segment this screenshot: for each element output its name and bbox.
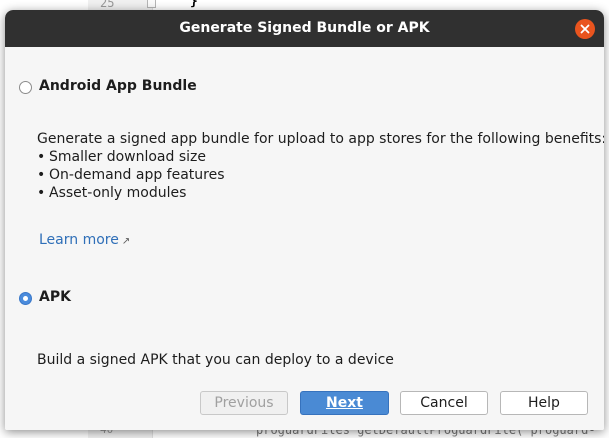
dialog-title: Generate Signed Bundle or APK: [179, 20, 430, 36]
radio-selected-dot: [23, 296, 28, 301]
generate-signed-bundle-dialog: Generate Signed Bundle or APK Android Ap…: [5, 10, 604, 430]
benefits-list: Smaller download size On-demand app feat…: [37, 148, 225, 202]
app-bundle-description: Generate a signed app bundle for upload …: [37, 131, 604, 147]
help-button[interactable]: Help: [500, 391, 588, 415]
dialog-content: Android App Bundle Generate a signed app…: [5, 47, 604, 430]
fold-marker-icon: [147, 0, 156, 8]
apk-description: Build a signed APK that you can deploy t…: [37, 352, 394, 368]
dialog-titlebar: Generate Signed Bundle or APK: [5, 10, 604, 47]
next-button[interactable]: Next: [300, 391, 389, 415]
list-item: Asset-only modules: [37, 184, 225, 202]
external-link-icon: ↗: [121, 236, 131, 247]
list-item: Smaller download size: [37, 148, 225, 166]
apk-radio[interactable]: [19, 292, 32, 305]
android-app-bundle-label[interactable]: Android App Bundle: [39, 78, 197, 94]
list-item: On-demand app features: [37, 166, 225, 184]
previous-button[interactable]: Previous: [200, 391, 288, 415]
android-app-bundle-radio[interactable]: [19, 81, 32, 94]
line-number: 25: [100, 0, 115, 10]
learn-more-link[interactable]: Learn more ↗: [39, 232, 130, 248]
cancel-button[interactable]: Cancel: [400, 391, 488, 415]
apk-label[interactable]: APK: [39, 289, 71, 305]
learn-more-label[interactable]: Learn more: [39, 232, 119, 248]
code-brace: }: [190, 0, 198, 9]
close-icon: [580, 24, 590, 34]
close-button[interactable]: [575, 19, 595, 39]
